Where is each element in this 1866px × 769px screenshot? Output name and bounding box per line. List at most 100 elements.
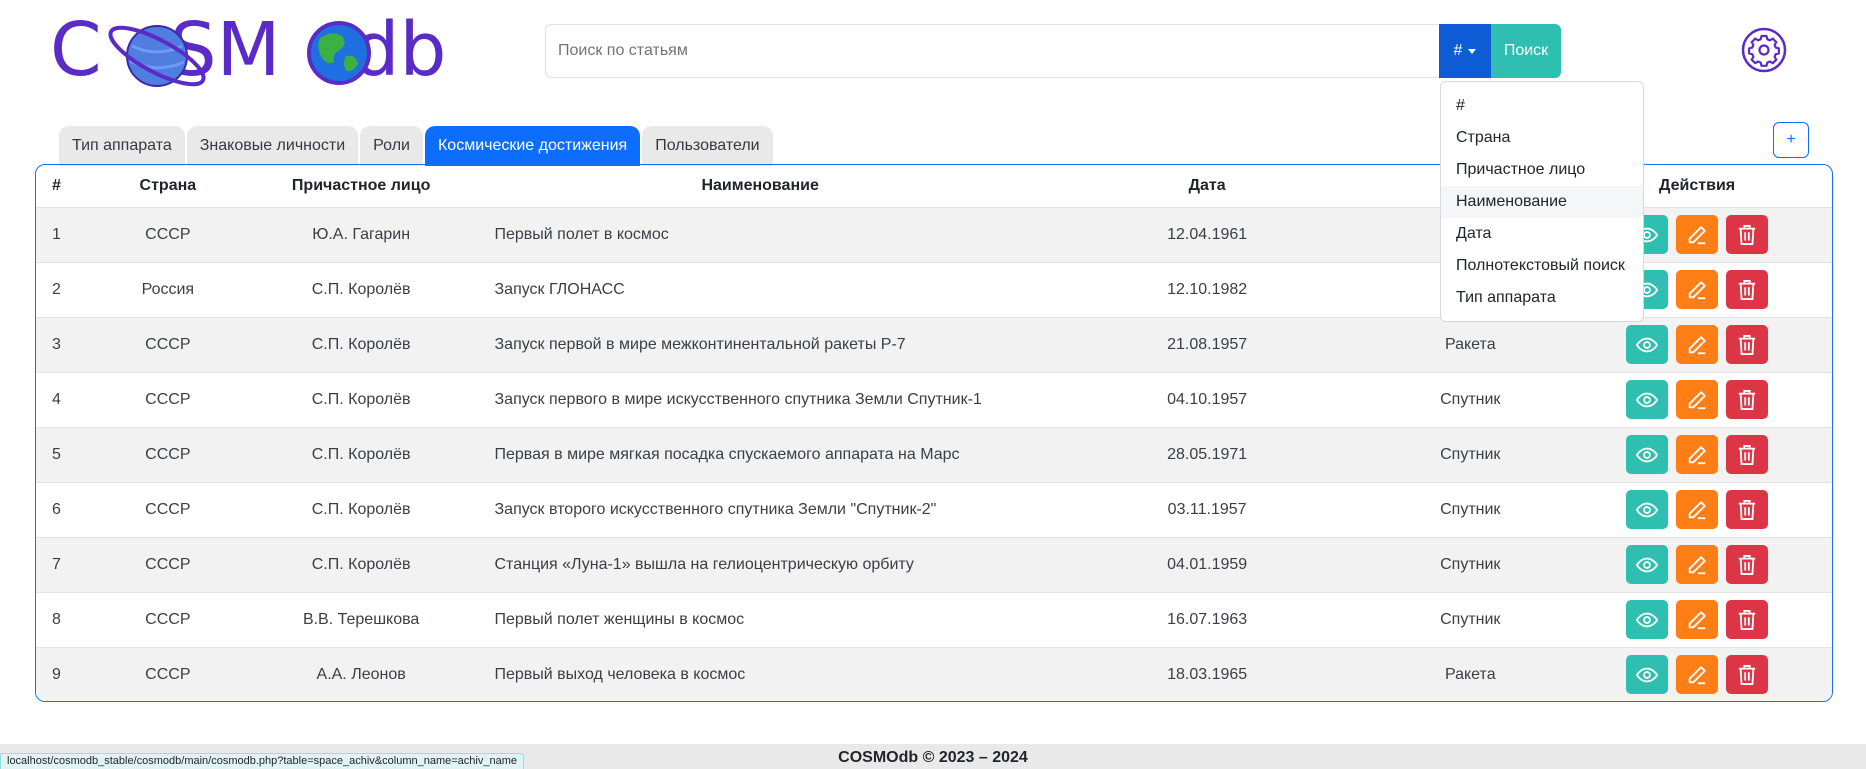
- dropdown-item-number[interactable]: #: [1441, 90, 1643, 122]
- table-row: 5 СССР С.П. Королёв Первая в мире мягкая по…: [36, 427, 1832, 482]
- cell-person: Ю.А. Гагарин: [312, 225, 411, 243]
- cell-number: 3: [52, 335, 61, 353]
- tab-space-achievements[interactable]: Космические достижения: [424, 126, 641, 166]
- cell-number: 8: [52, 610, 61, 628]
- search-column-label: #: [1453, 42, 1463, 59]
- edit-button[interactable]: [1676, 325, 1719, 364]
- edit-button[interactable]: [1676, 270, 1719, 309]
- search-button[interactable]: Поиск: [1491, 24, 1561, 78]
- dropdown-item-country[interactable]: Страна: [1441, 122, 1643, 154]
- pencil-icon: [1686, 499, 1708, 521]
- dropdown-item-name[interactable]: Наименование: [1441, 186, 1643, 218]
- cell-country: СССР: [145, 500, 191, 518]
- dropdown-item-device-type[interactable]: Тип аппарата: [1441, 282, 1643, 314]
- cell-number: 2: [52, 280, 61, 298]
- pencil-icon: [1686, 554, 1708, 576]
- delete-button[interactable]: [1726, 655, 1769, 695]
- cell-type: Спутник: [1440, 445, 1501, 463]
- chevron-down-icon: [1468, 48, 1477, 54]
- view-button[interactable]: [1626, 655, 1669, 695]
- column-header-date[interactable]: Дата: [1035, 165, 1379, 208]
- cell-country: СССР: [145, 610, 191, 628]
- table-row: 4 СССР С.П. Королёв Запуск первого в мире и…: [36, 372, 1832, 427]
- eye-icon: [1636, 334, 1659, 356]
- delete-button[interactable]: [1726, 325, 1769, 364]
- cell-name: Запуск ГЛОНАСС: [494, 280, 625, 298]
- tab-bar: Тип аппарата Знаковые личности Роли Косм…: [59, 126, 773, 166]
- pencil-icon: [1686, 334, 1708, 356]
- cell-number: 1: [52, 225, 61, 243]
- cell-actions: [1562, 647, 1832, 701]
- eye-icon: [1636, 499, 1659, 521]
- view-button[interactable]: [1626, 490, 1669, 529]
- dropdown-item-date[interactable]: Дата: [1441, 218, 1643, 250]
- cell-country: Россия: [141, 280, 195, 298]
- delete-button[interactable]: [1726, 435, 1769, 474]
- view-button[interactable]: [1626, 600, 1669, 639]
- edit-button[interactable]: [1676, 545, 1719, 584]
- edit-button[interactable]: [1676, 435, 1719, 474]
- cell-person: С.П. Королёв: [311, 500, 411, 518]
- delete-button[interactable]: [1726, 270, 1769, 309]
- edit-button[interactable]: [1676, 490, 1719, 529]
- table-row: 9 СССР А.А. Леонов Первый выход человека в …: [36, 647, 1832, 701]
- tab-notable-people[interactable]: Знаковые личности: [186, 126, 359, 166]
- dropdown-item-person[interactable]: Причастное лицо: [1441, 154, 1643, 186]
- cell-date: 16.07.1963: [1167, 610, 1248, 628]
- dropdown-item-fulltext[interactable]: Полнотекстовый поиск: [1441, 250, 1643, 282]
- column-header-number[interactable]: #: [36, 165, 98, 208]
- edit-button[interactable]: [1676, 655, 1719, 695]
- cell-number: 5: [52, 445, 61, 463]
- cell-person: С.П. Королёв: [311, 390, 411, 408]
- logo[interactable]: C SM db: [50, 10, 460, 90]
- tab-users[interactable]: Пользователи: [642, 126, 773, 166]
- cell-actions: [1562, 317, 1832, 372]
- cell-name: Запуск первого в мире искусственного спу…: [494, 390, 982, 408]
- cell-name: Первый выход человека в космос: [494, 665, 746, 683]
- add-record-button[interactable]: +: [1773, 122, 1809, 158]
- cell-name: Запуск второго искусственного спутника З…: [494, 500, 937, 518]
- cell-country: СССР: [145, 445, 191, 463]
- trash-icon: [1737, 279, 1757, 301]
- column-header-name[interactable]: Наименование: [484, 165, 1036, 208]
- cell-type: Ракета: [1444, 335, 1496, 353]
- delete-button[interactable]: [1726, 545, 1769, 584]
- view-button[interactable]: [1626, 435, 1669, 474]
- cell-country: СССР: [145, 335, 191, 353]
- edit-button[interactable]: [1676, 600, 1719, 639]
- search-input[interactable]: [545, 24, 1439, 78]
- cell-country: СССР: [145, 225, 191, 243]
- cell-date: 12.10.1982: [1167, 280, 1248, 298]
- cell-actions: [1562, 427, 1832, 482]
- gear-icon[interactable]: [1741, 27, 1787, 73]
- cell-date: 12.04.1961: [1167, 225, 1248, 243]
- tab-device-type[interactable]: Тип аппарата: [59, 126, 185, 166]
- delete-button[interactable]: [1726, 600, 1769, 639]
- table-row: 8 СССР В.В. Терешкова Первый полет женщины …: [36, 592, 1832, 647]
- view-button[interactable]: [1626, 380, 1669, 419]
- eye-icon: [1636, 609, 1659, 631]
- edit-button[interactable]: [1676, 215, 1719, 254]
- column-header-country[interactable]: Страна: [97, 165, 238, 208]
- eye-icon: [1636, 664, 1659, 686]
- view-button[interactable]: [1626, 325, 1669, 364]
- trash-icon: [1737, 609, 1757, 631]
- edit-button[interactable]: [1676, 380, 1719, 419]
- search-bar: # Поиск: [545, 24, 1561, 78]
- search-column-dropdown-button[interactable]: #: [1439, 24, 1491, 78]
- delete-button[interactable]: [1726, 215, 1769, 254]
- cell-date: 21.08.1957: [1167, 335, 1248, 353]
- column-header-person[interactable]: Причастное лицо: [237, 165, 485, 208]
- view-button[interactable]: [1626, 545, 1669, 584]
- cell-name: Первый полет женщины в космос: [494, 610, 745, 628]
- cell-date: 04.01.1959: [1167, 555, 1248, 573]
- status-bar-url: localhost/cosmodb_stable/cosmodb/main/co…: [0, 753, 524, 769]
- tab-roles[interactable]: Роли: [360, 126, 423, 166]
- cell-type: Спутник: [1440, 555, 1501, 573]
- trash-icon: [1737, 334, 1757, 356]
- delete-button[interactable]: [1726, 490, 1769, 529]
- trash-icon: [1737, 389, 1757, 411]
- table-row: 7 СССР С.П. Королёв Станция «Луна-1» вышла …: [36, 537, 1832, 592]
- trash-icon: [1737, 444, 1757, 466]
- delete-button[interactable]: [1726, 380, 1769, 419]
